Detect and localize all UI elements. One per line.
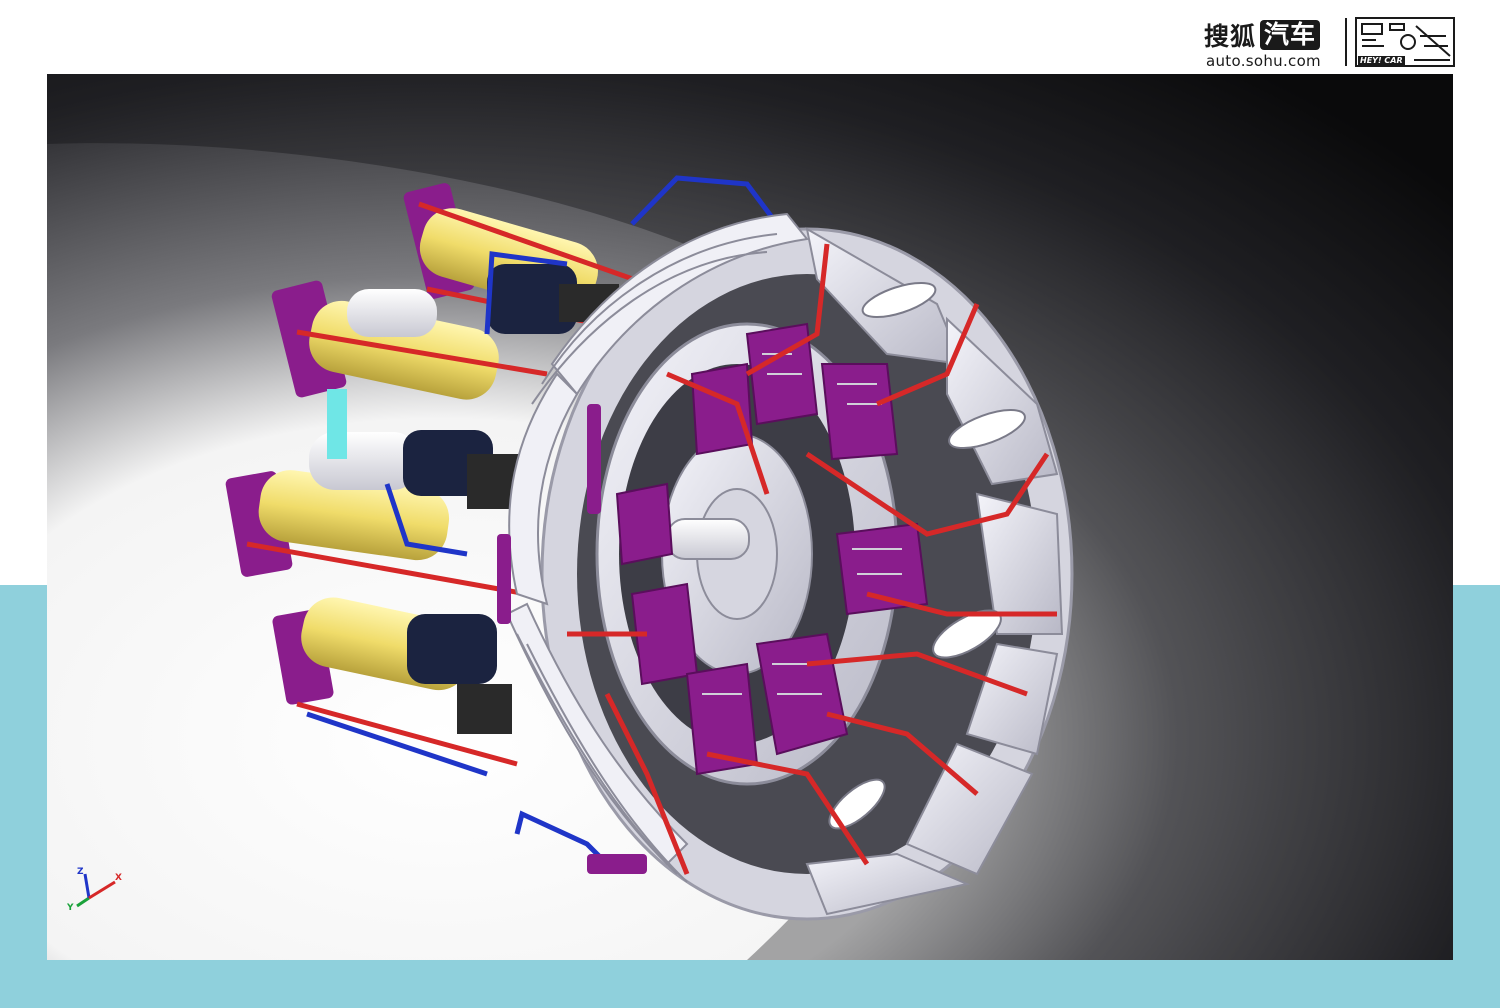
axis-z-label: Z xyxy=(77,867,84,877)
sohu-auto-brand[interactable]: 搜狐 汽车 auto.sohu.com HEY! CAR xyxy=(1204,14,1456,70)
axis-x-label: X xyxy=(115,873,122,883)
header-bar: 搜狐 汽车 auto.sohu.com HEY! CAR xyxy=(0,0,1500,74)
heycar-logo-label: HEY! CAR xyxy=(1358,56,1405,65)
brand-car: 汽车 xyxy=(1260,20,1321,50)
cad-viewport[interactable]: Y Z X xyxy=(47,74,1453,960)
brand-domain: auto.sohu.com xyxy=(1206,52,1321,70)
cad-render: Y Z X xyxy=(47,74,1453,960)
brand-sohu: 搜狐 xyxy=(1204,22,1257,51)
axis-y-label: Y xyxy=(66,903,74,913)
brand-divider xyxy=(1345,18,1347,66)
brand-wordmark: 搜狐 汽车 xyxy=(1204,18,1321,52)
